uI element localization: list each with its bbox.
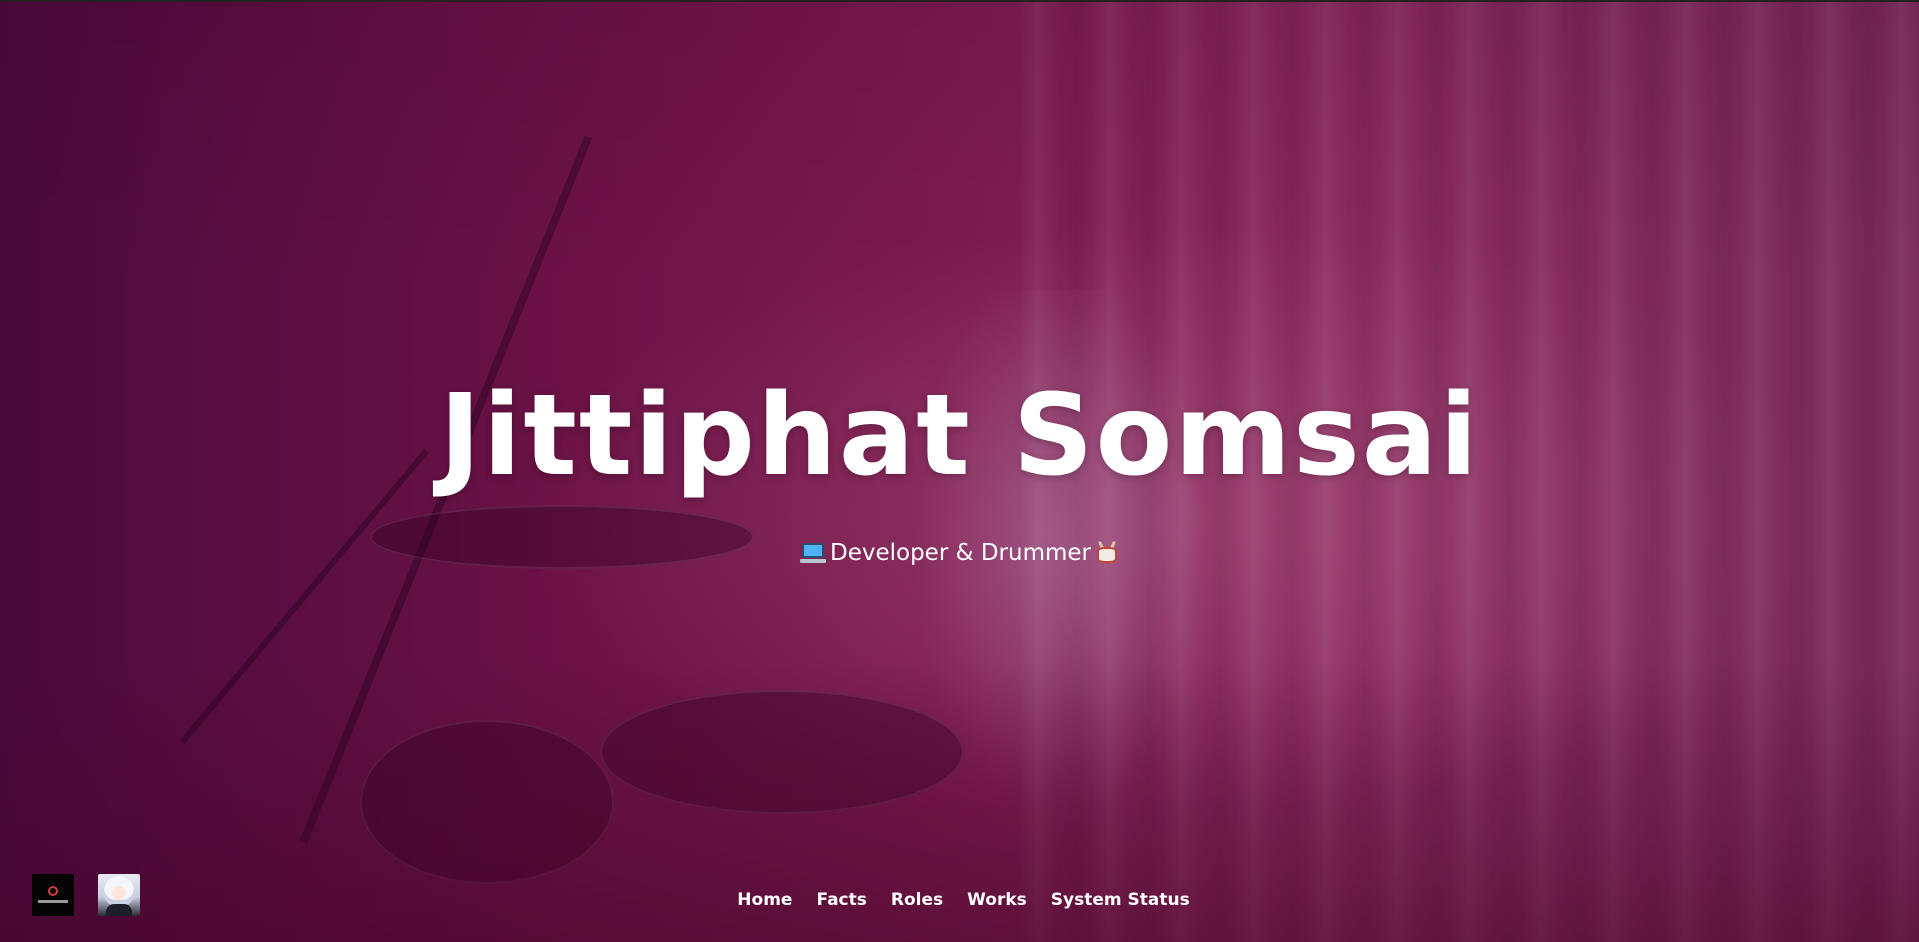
nav-works-link[interactable]: Works xyxy=(967,890,1027,910)
laptop-icon xyxy=(799,543,826,563)
hero-subtitle: Developer & Drummer xyxy=(0,540,1919,566)
nav-facts-link[interactable]: Facts xyxy=(816,890,866,910)
subtitle-text: Developer & Drummer xyxy=(829,540,1091,566)
nav-system-status-link[interactable]: System Status xyxy=(1051,890,1190,910)
main-nav: Home Facts Roles Works System Status xyxy=(0,890,1919,910)
nav-roles-link[interactable]: Roles xyxy=(891,890,943,910)
top-border xyxy=(0,0,1919,2)
drum-icon xyxy=(1095,540,1119,565)
page-title: Jittiphat Somsai xyxy=(439,371,1480,501)
nav-home-link[interactable]: Home xyxy=(737,890,792,910)
